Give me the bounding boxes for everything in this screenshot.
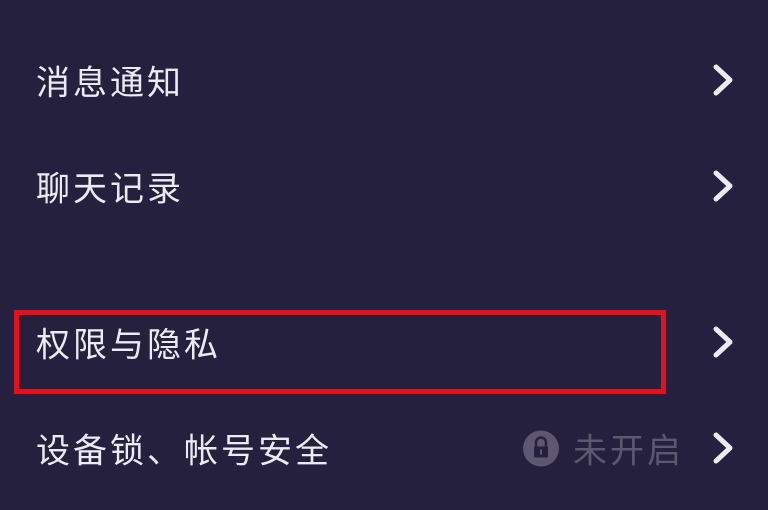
chevron-right-icon bbox=[708, 325, 738, 359]
settings-screen: 消息通知 聊天记录 权限与隐私 设备锁、帐号安全 未开启 bbox=[0, 0, 768, 510]
menu-item-label: 消息通知 bbox=[36, 63, 184, 104]
lock-icon bbox=[523, 430, 559, 466]
chevron-right-icon bbox=[708, 431, 738, 465]
menu-item-label: 设备锁、帐号安全 bbox=[36, 431, 332, 472]
chevron-right-icon bbox=[708, 169, 738, 203]
menu-item-permissions-privacy[interactable]: 权限与隐私 bbox=[0, 302, 768, 382]
menu-item-label: 聊天记录 bbox=[36, 169, 184, 210]
menu-item-chat-history[interactable]: 聊天记录 bbox=[0, 146, 768, 226]
menu-item-notifications[interactable]: 消息通知 bbox=[0, 40, 768, 120]
chevron-right-icon bbox=[708, 63, 738, 97]
security-status: 未开启 bbox=[523, 424, 684, 473]
menu-item-device-lock-account-security[interactable]: 设备锁、帐号安全 未开启 bbox=[0, 408, 768, 488]
status-text: 未开启 bbox=[573, 431, 684, 472]
menu-item-label: 权限与隐私 bbox=[36, 325, 221, 366]
